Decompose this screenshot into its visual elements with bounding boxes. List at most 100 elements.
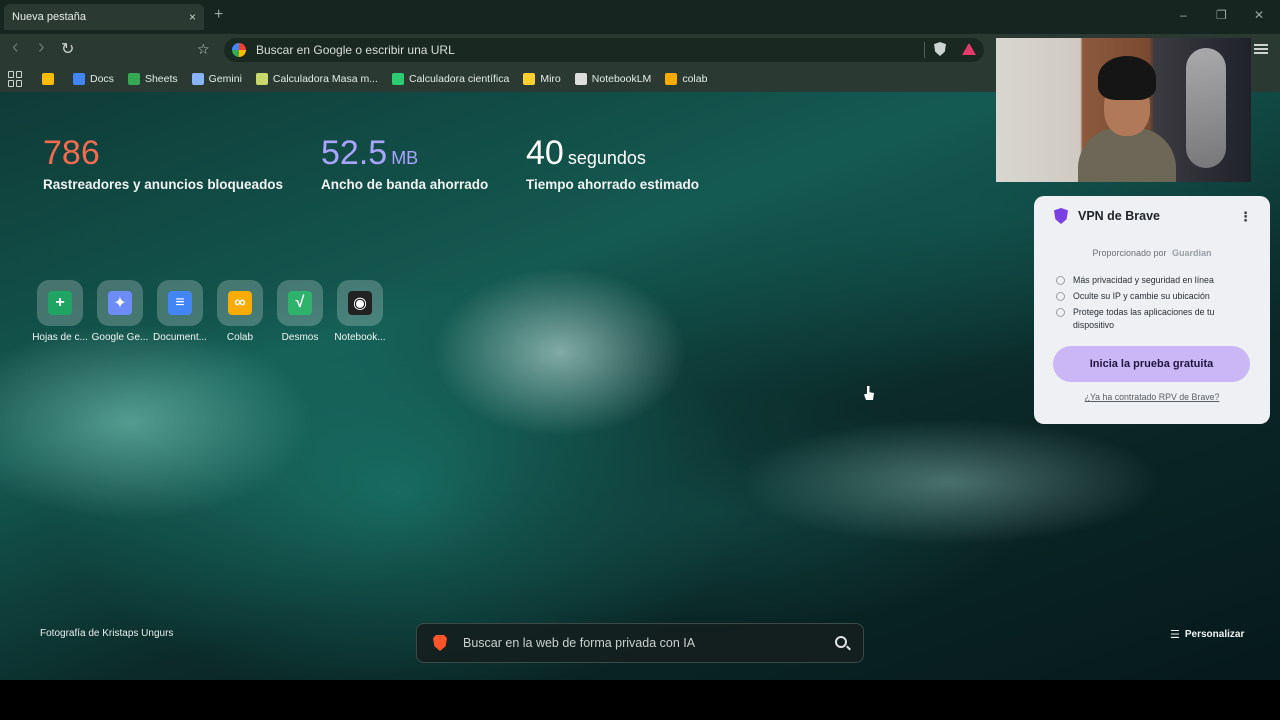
already-subscribed-link[interactable]: ¿Ya ha contratado RPV de Brave? (1034, 392, 1270, 402)
bookmark-label: Calculadora Masa m... (272, 73, 378, 85)
tab-title: Nueva pestaña (12, 11, 86, 23)
start-trial-button[interactable]: Inicia la prueba gratuita (1053, 346, 1250, 382)
minimize-icon[interactable]: – (1180, 8, 1187, 22)
bookmark-item[interactable]: colab (665, 73, 707, 85)
check-icon (1056, 292, 1065, 301)
brave-shields-icon[interactable] (934, 42, 946, 56)
colab-icon (665, 73, 678, 85)
vpn-header: VPN de Brave (1054, 208, 1160, 224)
forward-icon[interactable]: › (38, 36, 45, 59)
vpn-feature-text: Más privacidad y seguridad en línea (1073, 275, 1214, 285)
bookmark-label: colab (682, 73, 708, 85)
bookmark-item[interactable]: Miro (523, 73, 561, 85)
top-site-tile[interactable]: √ Desmos (270, 280, 330, 343)
new-tab-button[interactable]: + (214, 6, 223, 24)
bookmark-item[interactable]: Gemini (191, 73, 242, 85)
calculator-icon (391, 73, 404, 85)
bookmark-item[interactable]: Calculadora Masa m... (255, 73, 378, 85)
bookmark-item[interactable]: Calculadora científica (391, 73, 510, 85)
top-site-tile[interactable]: ∞ Colab (210, 280, 270, 343)
stat-unit: MB (391, 148, 419, 168)
tile-icon-box: ∞ (217, 280, 263, 326)
site-icon: √ (288, 291, 312, 315)
reload-icon[interactable]: ↻ (61, 39, 74, 59)
maximize-icon[interactable]: ❐ (1216, 8, 1227, 22)
photo-credit[interactable]: Fotografía de Kristaps Ungurs (40, 628, 173, 639)
stat-value: 52.5 (321, 134, 388, 172)
bookmark-item[interactable]: Sheets (127, 73, 178, 85)
tile-icon-box: ◉ (337, 280, 383, 326)
stat-unit: segundos (567, 148, 646, 168)
notebooklm-icon (574, 73, 587, 85)
customize-button[interactable]: ☰ Personalizar (1170, 628, 1244, 641)
bookmark-label: Docs (90, 73, 114, 85)
presenter (1078, 56, 1176, 182)
vpn-promo-card: VPN de Brave ⋮ Proporcionado por Guardia… (1034, 196, 1270, 424)
address-bar-placeholder: Buscar en Google o escribir una URL (256, 43, 455, 57)
brave-logo-icon (433, 635, 447, 651)
tab-strip: Nueva pestaña × + – ❐ ✕ (0, 0, 1280, 34)
top-site-tile[interactable]: ◉ Notebook... (330, 280, 390, 343)
close-window-icon[interactable]: ✕ (1254, 8, 1264, 22)
bookmark-label: Sheets (144, 73, 178, 85)
trackers-blocked-stat: 786 Rastreadores y anuncios bloqueados (43, 134, 283, 192)
gemini-icon (191, 73, 204, 85)
bookmark-label: Calculadora científica (408, 73, 510, 85)
check-icon (1056, 276, 1065, 285)
docs-icon (73, 73, 85, 85)
ai-search-placeholder: Buscar en la web de forma privada con IA (463, 636, 696, 650)
stat-label: Tiempo ahorrado estimado (526, 177, 700, 192)
search-icon[interactable] (835, 636, 847, 648)
top-sites: + Hojas de c... ✦ Google Ge... ≡ Document... ∞… (30, 280, 390, 343)
letterbox-bar (0, 680, 1280, 720)
back-icon[interactable]: ‹ (12, 36, 19, 59)
browser-window: Nueva pestaña × + – ❐ ✕ ‹ › ↻ ☆ Buscar e… (0, 0, 1280, 720)
bookmark-icon[interactable]: ☆ (197, 41, 210, 58)
miro-icon (523, 73, 536, 85)
vpn-title: VPN de Brave (1078, 209, 1160, 223)
stat-value-row: 40 segundos (526, 134, 699, 173)
stat-value: 786 (43, 134, 100, 172)
google-drive-icon (42, 73, 54, 85)
bookmark-item[interactable]: Docs (73, 73, 114, 85)
tab-close-icon[interactable]: × (189, 10, 196, 24)
bookmark-item[interactable] (42, 73, 59, 85)
bookmark-item[interactable]: NotebookLM (574, 73, 652, 85)
time-saved-stat: 40 segundos Tiempo ahorrado estimado (526, 134, 699, 192)
address-bar[interactable]: Buscar en Google o escribir una URL (224, 38, 984, 62)
more-options-icon[interactable]: ⋮ (1239, 209, 1252, 225)
customize-icon: ☰ (1170, 629, 1180, 641)
google-icon (232, 43, 246, 57)
brave-rewards-icon[interactable] (962, 43, 976, 55)
hamburger-menu-icon[interactable] (1254, 44, 1268, 54)
apps-grid-icon[interactable] (8, 71, 24, 87)
tile-label: Google Ge... (91, 332, 149, 343)
vpn-feature-list: Más privacidad y seguridad en línea Ocult… (1056, 274, 1256, 335)
stat-value-row: 52.5 MB (321, 134, 488, 173)
top-site-tile[interactable]: + Hojas de c... (30, 280, 90, 343)
ai-search-box[interactable]: Buscar en la web de forma privada con IA (416, 623, 864, 663)
tile-label: Desmos (281, 332, 319, 343)
site-icon: + (48, 291, 72, 315)
tile-icon-box: ✦ (97, 280, 143, 326)
stat-value-row: 786 (43, 134, 283, 173)
bandwidth-saved-stat: 52.5 MB Ancho de banda ahorrado (321, 134, 488, 192)
tile-label: Hojas de c... (32, 332, 88, 343)
guardian-logo: Guardian (1172, 248, 1212, 258)
vpn-feature-item: Más privacidad y seguridad en línea (1056, 274, 1256, 287)
mouse-cursor-icon (864, 386, 874, 400)
top-site-tile[interactable]: ≡ Document... (150, 280, 210, 343)
background-figure (1186, 48, 1226, 168)
top-site-tile[interactable]: ✦ Google Ge... (90, 280, 150, 343)
tab-new-tab[interactable]: Nueva pestaña × (4, 4, 204, 30)
site-icon: ∞ (228, 291, 252, 315)
stat-value: 40 (526, 134, 564, 172)
tile-icon-box: √ (277, 280, 323, 326)
powered-by-text: Proporcionado por (1092, 248, 1167, 258)
tile-label: Colab (226, 332, 254, 343)
webcam-overlay (996, 38, 1251, 182)
tile-label: Notebook... (334, 332, 386, 343)
bookmark-label: NotebookLM (591, 73, 652, 85)
tile-label: Document... (153, 332, 207, 343)
stat-label: Rastreadores y anuncios bloqueados (43, 177, 284, 192)
